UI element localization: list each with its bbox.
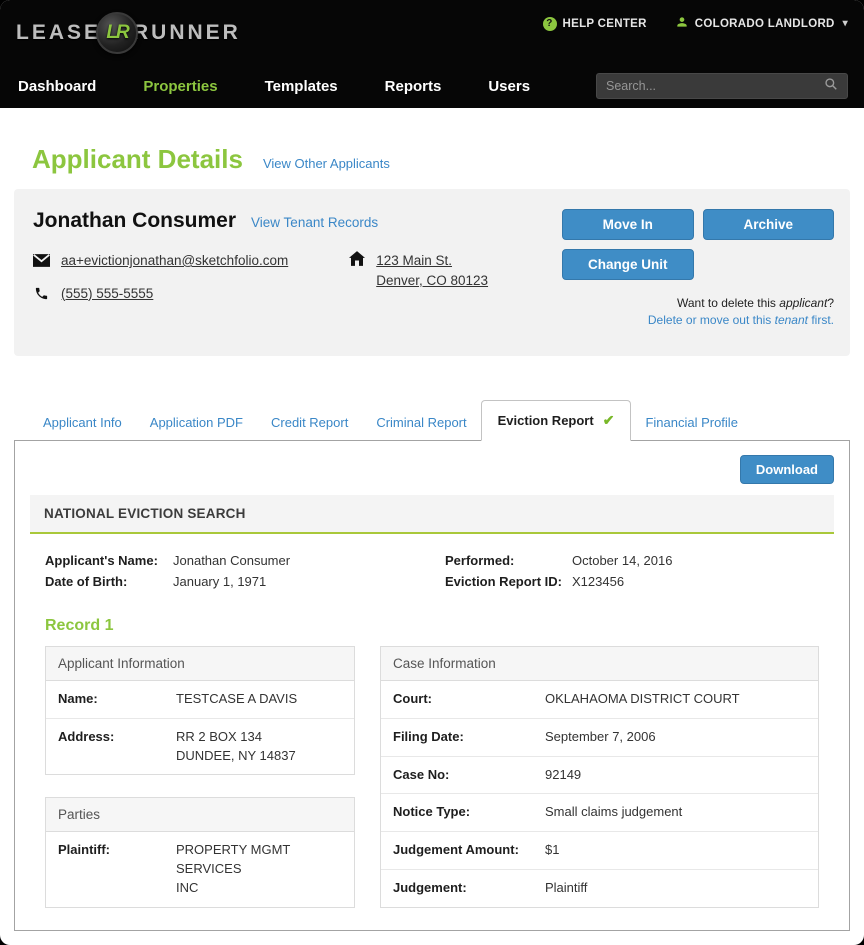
delete-tenant-link[interactable]: Delete or move out this tenant first. [562,312,834,329]
logo-badge-icon: LR [96,12,138,54]
logo-lease-text: LEASE [16,21,101,45]
table-row: Filing Date: September 7, 2006 [381,719,818,757]
nav-reports[interactable]: Reports [385,78,442,95]
table-title: Applicant Information [46,647,354,681]
table-row: Address: RR 2 BOX 134DUNDEE, NY 14837 [46,719,354,775]
view-tenant-records-link[interactable]: View Tenant Records [251,215,378,230]
global-search [596,73,848,99]
search-input[interactable] [606,79,824,93]
table-row: Case No: 92149 [381,757,818,795]
case-information-table: Case Information Court: OKLAHAOMA DISTRI… [380,646,819,908]
nav-properties[interactable]: Properties [143,78,217,95]
leaserunner-logo[interactable]: LEASE LR RUNNER [16,12,241,54]
applicant-address-line2-link[interactable]: Denver, CO 80123 [376,273,488,288]
table-row: Judgement Amount: $1 [381,832,818,870]
table-title: Parties [46,798,354,832]
tab-financial-profile[interactable]: Financial Profile [631,405,752,440]
applicant-information-table: Applicant Information Name: TESTCASE A D… [45,646,355,776]
tab-criminal-report[interactable]: Criminal Report [362,405,480,440]
home-icon [348,251,365,266]
user-icon [675,15,689,32]
summary-performed: Performed: October 14, 2016 [445,552,672,570]
summary-applicant-name: Applicant's Name: Jonathan Consumer [45,552,445,570]
delete-note: Want to delete this applicant? Delete or… [562,295,834,330]
summary-report-id: Eviction Report ID: X123456 [445,573,672,591]
phone-icon [33,286,50,301]
logo-runner-text: RUNNER [133,21,241,45]
envelope-icon [33,254,50,267]
search-icon[interactable] [824,77,838,96]
chevron-down-icon: ▾ [843,18,848,29]
help-center-label: HELP CENTER [563,18,647,30]
help-center-link[interactable]: ? HELP CENTER [543,17,647,31]
nav-templates[interactable]: Templates [265,78,338,95]
top-header: LEASE LR RUNNER ? HELP CENTER COLORADO L… [0,0,864,108]
applicant-phone-link[interactable]: (555) 555-5555 [61,284,153,304]
parties-table: Parties Plaintiff: PROPERTY MGMT SERVICE… [45,797,355,908]
nav-dashboard[interactable]: Dashboard [18,78,96,95]
report-summary: Applicant's Name: Jonathan Consumer Date… [45,552,819,591]
archive-button[interactable]: Archive [703,209,835,240]
account-menu[interactable]: COLORADO LANDLORD ▾ [675,15,848,32]
tab-application-pdf[interactable]: Application PDF [136,405,257,440]
section-title: NATIONAL EVICTION SEARCH [30,495,834,534]
table-row: Name: TESTCASE A DAVIS [46,681,354,719]
applicant-address-line1-link[interactable]: 123 Main St. [376,253,452,268]
table-row: Court: OKLAHAOMA DISTRICT COURT [381,681,818,719]
applicant-card: Jonathan Consumer View Tenant Records aa… [14,189,850,356]
page-title: Applicant Details [32,144,243,175]
delete-note-line1: Want to delete this applicant? [562,295,834,312]
tab-credit-report[interactable]: Credit Report [257,405,362,440]
app-window: LEASE LR RUNNER ? HELP CENTER COLORADO L… [0,0,864,945]
applicant-name: Jonathan Consumer [33,209,236,233]
view-other-applicants-link[interactable]: View Other Applicants [263,156,390,171]
report-tabs: Applicant Info Application PDF Credit Re… [14,400,850,440]
eviction-report-panel: Download NATIONAL EVICTION SEARCH Applic… [14,440,850,931]
table-row: Judgement: Plaintiff [381,870,818,907]
table-title: Case Information [381,647,818,681]
tab-eviction-report[interactable]: Eviction Report ✔ [481,400,632,441]
tab-applicant-info[interactable]: Applicant Info [29,405,136,440]
change-unit-button[interactable]: Change Unit [562,249,694,280]
summary-date-of-birth: Date of Birth: January 1, 1971 [45,573,445,591]
move-in-button[interactable]: Move In [562,209,694,240]
applicant-email-link[interactable]: aa+evictionjonathan@sketchfolio.com [61,251,288,271]
main-content: Applicant Details View Other Applicants … [0,144,864,931]
main-nav: Dashboard Properties Templates Reports U… [16,78,530,95]
record-title: Record 1 [45,617,819,635]
account-name-label: COLORADO LANDLORD [695,18,835,30]
download-button[interactable]: Download [740,455,834,484]
nav-users[interactable]: Users [488,78,530,95]
checkmark-icon: ✔ [603,413,615,427]
table-row: Notice Type: Small claims judgement [381,794,818,832]
table-row: Plaintiff: PROPERTY MGMT SERVICESINC [46,832,354,907]
help-icon: ? [543,17,557,31]
